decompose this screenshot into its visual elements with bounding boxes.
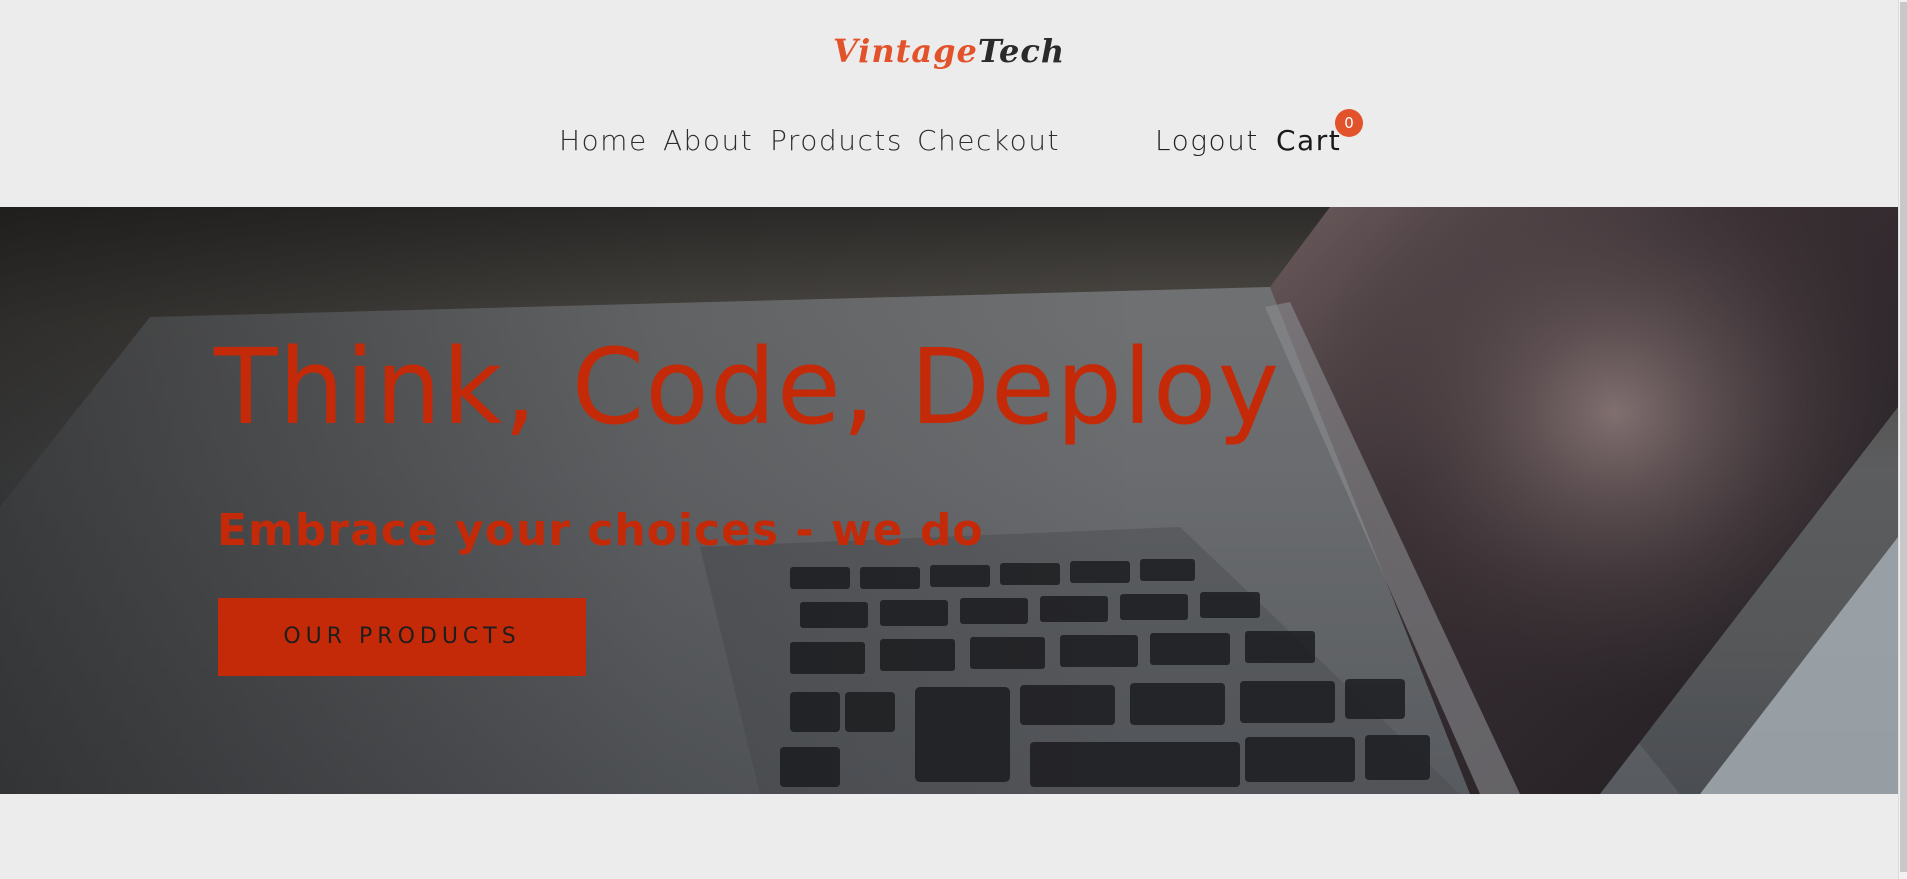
logo-part-tech: Tech <box>977 32 1066 70</box>
nav-checkout-link[interactable]: Checkout <box>917 122 1060 160</box>
nav-home-link[interactable]: Home <box>559 122 648 160</box>
cart-count-badge: 0 <box>1335 109 1363 137</box>
page: VintageTech Home About Products Checkout… <box>0 0 1907 879</box>
hero-overlay <box>0 207 1898 794</box>
nav-cart-link[interactable]: Cart <box>1276 122 1341 160</box>
logo-part-vintage: Vintage <box>832 32 978 70</box>
nav-products-link[interactable]: Products <box>770 122 903 160</box>
hero-title: Think, Code, Deploy <box>214 326 1281 448</box>
scrollbar-thumb[interactable] <box>1900 2 1907 872</box>
hero-banner: Think, Code, Deploy Embrace your choices… <box>0 207 1898 794</box>
hero-subtitle: Embrace your choices - we do <box>217 505 984 556</box>
site-header: VintageTech Home About Products Checkout… <box>0 0 1898 206</box>
vertical-scrollbar[interactable] <box>1898 0 1907 879</box>
our-products-button[interactable]: OUR PRODUCTS <box>218 598 586 676</box>
site-logo[interactable]: VintageTech <box>0 32 1898 70</box>
nav-about-link[interactable]: About <box>663 122 753 160</box>
nav-logout-link[interactable]: Logout <box>1155 122 1259 160</box>
